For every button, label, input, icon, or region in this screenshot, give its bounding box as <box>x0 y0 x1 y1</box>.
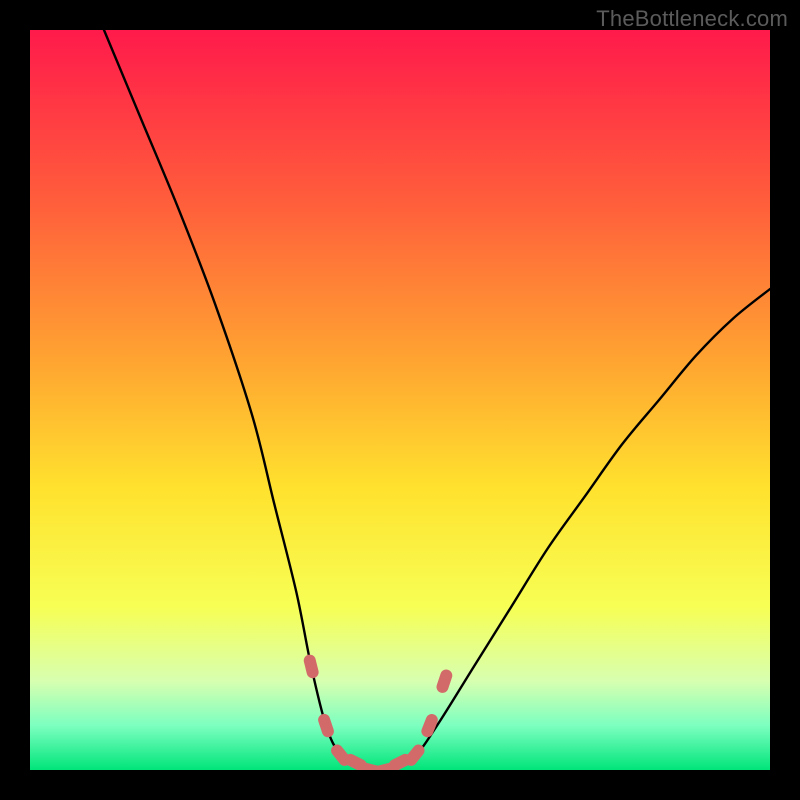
chart-svg <box>30 30 770 770</box>
chart-frame: TheBottleneck.com <box>0 0 800 800</box>
plot-area <box>30 30 770 770</box>
watermark-text: TheBottleneck.com <box>596 6 788 32</box>
